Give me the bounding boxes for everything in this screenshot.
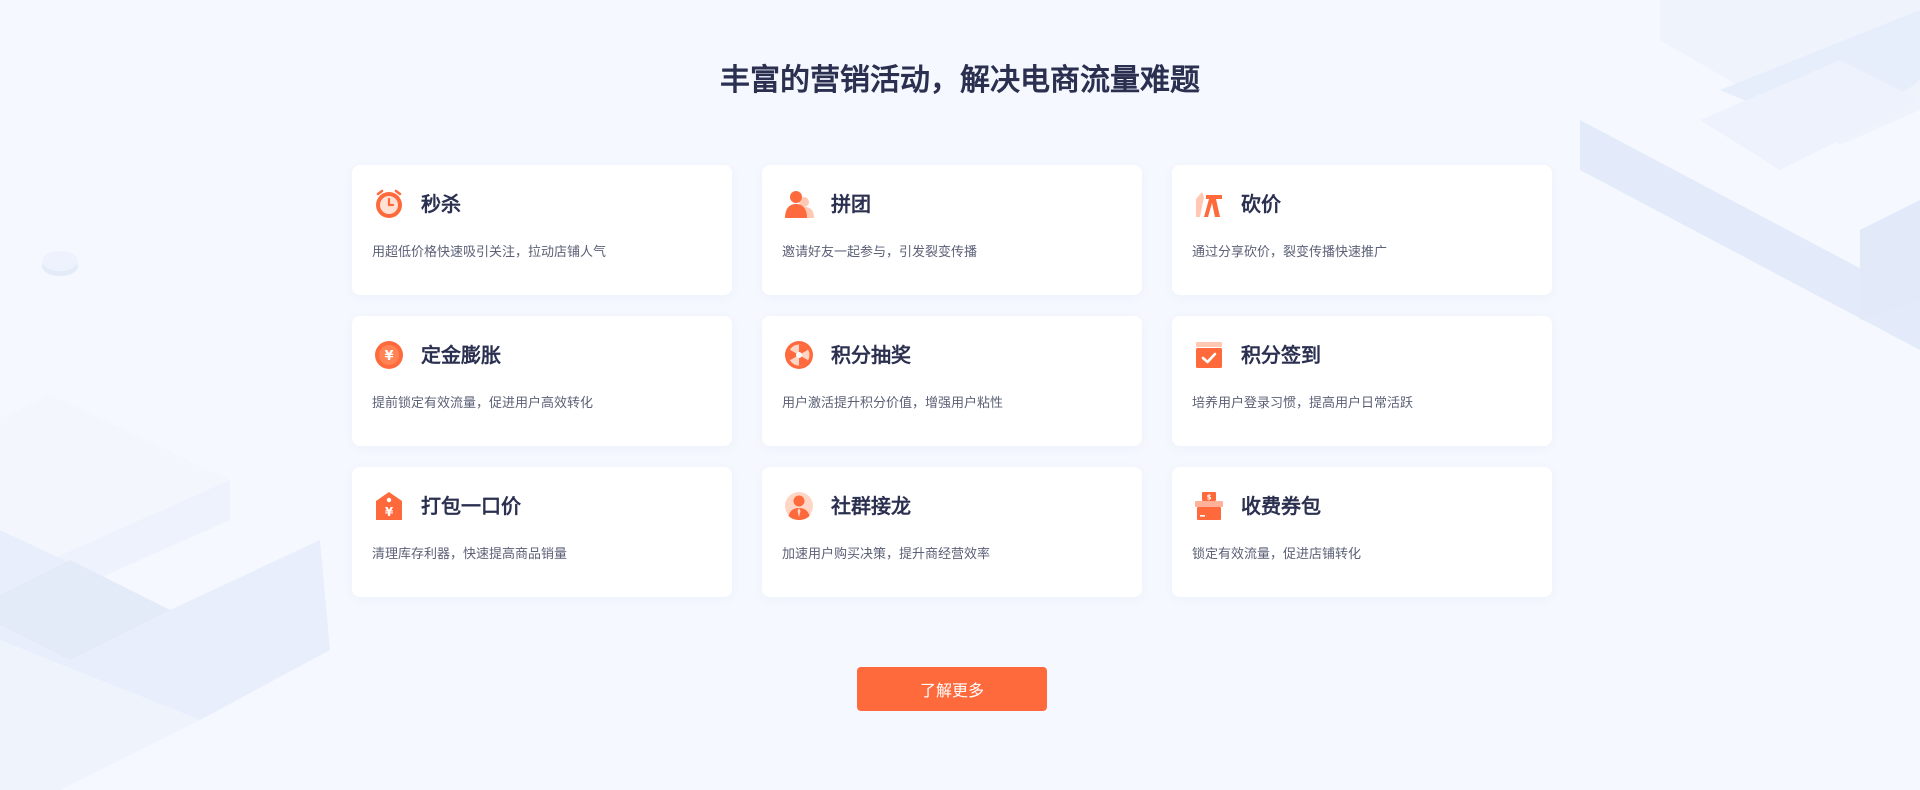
group-users-icon [784, 189, 814, 219]
card-description: 加速用户购买决策，提升商经营效率 [782, 547, 991, 562]
activity-card-bundle-price[interactable]: ¥ 打包一口价 清理库存利器，快速提高商品销量 [352, 467, 732, 597]
calendar-check-icon [1194, 340, 1224, 370]
card-title: 收费券包 [1241, 494, 1321, 518]
card-description: 提前锁定有效流量，促进用户高效转化 [372, 396, 594, 411]
activity-grid: 秒杀 用超低价格快速吸引关注，拉动店铺人气 拼团 邀请好友一起参与，引发裂变传播… [352, 165, 1552, 597]
activity-card-bargain[interactable]: 砍价 通过分享砍价，裂变传播快速推广 [1172, 165, 1552, 295]
svg-text:$: $ [1207, 494, 1212, 502]
community-leader-icon [784, 491, 814, 521]
activity-card-points-lottery[interactable]: 积分抽奖 用户激活提升积分价值，增强用户粘性 [762, 316, 1142, 446]
price-cut-icon [1194, 189, 1224, 219]
card-title: 定金膨胀 [421, 343, 501, 367]
card-title: 砍价 [1241, 192, 1281, 216]
section-title: 丰富的营销活动，解决电商流量难题 [720, 63, 1200, 98]
card-title: 拼团 [831, 192, 871, 216]
card-description: 清理库存利器，快速提高商品销量 [372, 547, 568, 562]
card-title: 秒杀 [421, 192, 461, 216]
learn-more-button[interactable]: 了解更多 [857, 667, 1047, 711]
prize-wheel-icon [784, 340, 814, 370]
card-title: 社群接龙 [831, 494, 911, 518]
card-description: 培养用户登录习惯，提高用户日常活跃 [1192, 396, 1414, 411]
card-description: 用户激活提升积分价值，增强用户粘性 [782, 396, 1004, 411]
alarm-clock-icon [374, 189, 404, 219]
activity-card-paid-coupon[interactable]: $ 收费券包 锁定有效流量，促进店铺转化 [1172, 467, 1552, 597]
activity-card-deposit[interactable]: ¥ 定金膨胀 提前锁定有效流量，促进用户高效转化 [352, 316, 732, 446]
svg-text:¥: ¥ [385, 505, 394, 519]
card-title: 积分抽奖 [831, 343, 911, 367]
card-description: 锁定有效流量，促进店铺转化 [1192, 547, 1362, 562]
yen-coin-icon: ¥ [374, 340, 404, 370]
svg-text:¥: ¥ [384, 349, 393, 364]
activity-card-seckill[interactable]: 秒杀 用超低价格快速吸引关注，拉动店铺人气 [352, 165, 732, 295]
activity-card-community-relay[interactable]: 社群接龙 加速用户购买决策，提升商经营效率 [762, 467, 1142, 597]
price-tag-icon: ¥ [374, 491, 404, 521]
card-title: 打包一口价 [421, 494, 521, 518]
activity-card-points-checkin[interactable]: 积分签到 培养用户登录习惯，提高用户日常活跃 [1172, 316, 1552, 446]
card-description: 用超低价格快速吸引关注，拉动店铺人气 [372, 245, 607, 260]
gift-coupon-icon: $ [1194, 491, 1224, 521]
card-description: 邀请好友一起参与，引发裂变传播 [782, 245, 978, 260]
card-description: 通过分享砍价，裂变传播快速推广 [1192, 245, 1388, 260]
activity-card-group-buy[interactable]: 拼团 邀请好友一起参与，引发裂变传播 [762, 165, 1142, 295]
card-title: 积分签到 [1241, 343, 1321, 367]
